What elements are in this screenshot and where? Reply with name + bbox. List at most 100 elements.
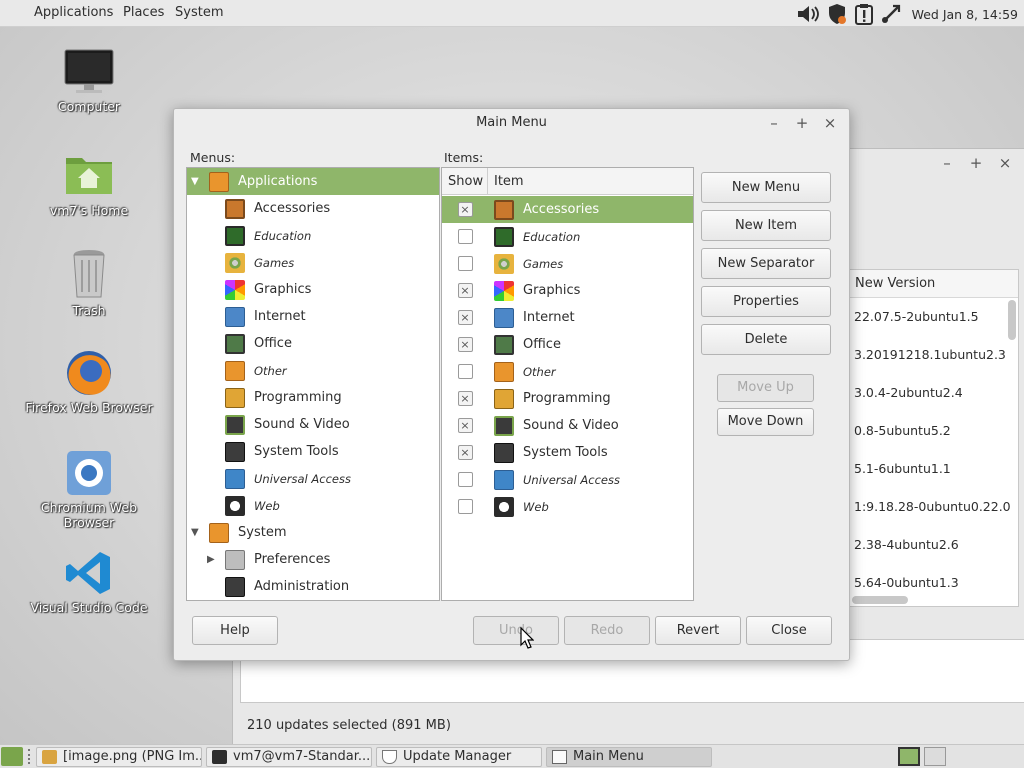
desktop-icon-chromium[interactable]: Chromium Web Browser — [14, 449, 164, 530]
task-main-menu[interactable]: Main Menu — [546, 747, 712, 767]
maximize-icon[interactable]: + — [792, 113, 812, 133]
task-terminal[interactable]: vm7@vm7-Standar... — [206, 747, 372, 767]
item-row-universal-access[interactable]: Universal Access — [442, 466, 693, 493]
item-row-graphics[interactable]: × Graphics — [442, 277, 693, 304]
new-version-column-header[interactable]: New Version — [850, 270, 1018, 298]
show-checkbox[interactable]: × — [457, 310, 473, 325]
network-icon[interactable] — [880, 3, 902, 25]
show-checkbox[interactable] — [457, 472, 473, 487]
item-row-web[interactable]: Web — [442, 493, 693, 520]
volume-icon[interactable] — [796, 4, 820, 24]
item-label: Web — [523, 499, 549, 514]
item-column-header[interactable]: Item — [488, 168, 693, 195]
maximize-icon[interactable]: + — [966, 153, 986, 173]
tree-item-games[interactable]: Games — [187, 249, 439, 276]
system-menu[interactable]: System — [175, 5, 223, 20]
show-checkbox[interactable] — [457, 499, 473, 514]
delete-button[interactable]: Delete — [701, 324, 831, 355]
workspace-2-icon[interactable] — [924, 747, 946, 766]
properties-button[interactable]: Properties — [701, 286, 831, 317]
new-menu-button[interactable]: New Menu — [701, 172, 831, 203]
help-button[interactable]: Help — [192, 616, 278, 645]
desktop-icon-vscode[interactable]: Visual Studio Code — [14, 549, 164, 615]
task-update-manager[interactable]: Update Manager — [376, 747, 542, 767]
tree-item-education[interactable]: Education — [187, 222, 439, 249]
show-checkbox[interactable]: × — [457, 337, 473, 352]
applications-menu[interactable]: Applications — [34, 5, 113, 20]
menus-tree[interactable]: ▼ Applications Accessories Education Games Gr… — [186, 167, 440, 601]
close-button[interactable]: Close — [746, 616, 832, 645]
items-list[interactable]: Show Item × Accessories Education Games × Gra… — [441, 167, 694, 601]
shield-update-icon[interactable] — [826, 3, 848, 25]
desktop-icon-home[interactable]: vm7's Home — [14, 152, 164, 218]
expander-down-icon[interactable]: ▼ — [191, 176, 209, 187]
show-column-header[interactable]: Show — [442, 168, 488, 195]
new-separator-button[interactable]: New Separator — [701, 248, 831, 279]
tree-item-internet[interactable]: Internet — [187, 303, 439, 330]
show-checkbox[interactable] — [457, 256, 473, 271]
tree-item-universal-access[interactable]: Universal Access — [187, 465, 439, 492]
move-down-button[interactable]: Move Down — [717, 408, 814, 436]
show-checkbox[interactable]: × — [457, 283, 473, 298]
show-checkbox[interactable] — [457, 364, 473, 379]
item-row-accessories[interactable]: × Accessories — [442, 196, 693, 223]
item-row-games[interactable]: Games — [442, 250, 693, 277]
tree-item-system[interactable]: ▼ System — [187, 519, 439, 546]
show-checkbox[interactable]: × — [457, 202, 473, 217]
updates-list[interactable]: New Version 22.07.5-2ubuntu1.5 3.2019121… — [849, 269, 1019, 607]
show-checkbox[interactable] — [457, 229, 473, 244]
tree-item-office[interactable]: Office — [187, 330, 439, 357]
item-row-programming[interactable]: × Programming — [442, 385, 693, 412]
places-menu[interactable]: Places — [123, 5, 164, 20]
item-row-internet[interactable]: × Internet — [442, 304, 693, 331]
tree-item-other[interactable]: Other — [187, 357, 439, 384]
move-up-button[interactable]: Move Up — [717, 374, 814, 402]
tree-item-label: Internet — [254, 309, 306, 324]
desktop-icon-computer[interactable]: Computer — [14, 48, 164, 114]
tree-item-applications[interactable]: ▼ Applications — [187, 168, 439, 195]
item-row-office[interactable]: × Office — [442, 331, 693, 358]
clipboard-alert-icon[interactable] — [854, 3, 874, 25]
revert-button[interactable]: Revert — [655, 616, 741, 645]
version-cell: 3.0.4-2ubuntu2.4 — [854, 385, 963, 400]
item-row-sound-and-video[interactable]: × Sound & Video — [442, 412, 693, 439]
workspace-1-icon[interactable] — [898, 747, 920, 766]
desktop-icon-firefox[interactable]: Firefox Web Browser — [14, 349, 164, 415]
tree-item-sound-and-video[interactable]: Sound & Video — [187, 411, 439, 438]
task-label: [image.png (PNG Im... — [63, 749, 202, 764]
tree-item-accessories[interactable]: Accessories — [187, 195, 439, 222]
undo-button[interactable]: Undo — [473, 616, 559, 645]
expander-right-icon[interactable]: ▶ — [207, 554, 225, 565]
show-checkbox[interactable]: × — [457, 418, 473, 433]
show-checkbox[interactable]: × — [457, 445, 473, 460]
tree-item-preferences[interactable]: ▶ Preferences — [187, 546, 439, 573]
desktop-icon-label: Trash — [72, 303, 106, 318]
tree-item-web[interactable]: Web — [187, 492, 439, 519]
show-checkbox[interactable]: × — [457, 391, 473, 406]
mint-menu-icon[interactable] — [1, 747, 23, 766]
tree-item-graphics[interactable]: Graphics — [187, 276, 439, 303]
tree-item-programming[interactable]: Programming — [187, 384, 439, 411]
task-image-viewer[interactable]: [image.png (PNG Im... — [36, 747, 202, 767]
expander-down-icon[interactable]: ▼ — [191, 527, 209, 538]
vertical-scrollbar[interactable] — [1008, 300, 1016, 340]
show-cell — [442, 364, 488, 379]
close-icon[interactable]: × — [820, 113, 840, 133]
item-row-education[interactable]: Education — [442, 223, 693, 250]
clock[interactable]: Wed Jan 8, 14:59 — [912, 7, 1018, 22]
desktop-icon-trash[interactable]: Trash — [14, 248, 164, 318]
close-icon[interactable]: × — [995, 153, 1015, 173]
redo-button[interactable]: Redo — [564, 616, 650, 645]
tree-item-administration[interactable]: Administration — [187, 573, 439, 600]
item-row-system-tools[interactable]: × System Tools — [442, 439, 693, 466]
taskbar-separator — [28, 749, 32, 764]
tree-item-label: System — [238, 525, 287, 540]
horizontal-scrollbar[interactable] — [852, 596, 908, 604]
minimize-icon[interactable]: – — [764, 113, 784, 133]
item-label: Graphics — [523, 283, 581, 298]
tree-item-system-tools[interactable]: System Tools — [187, 438, 439, 465]
show-cell — [442, 229, 488, 244]
minimize-icon[interactable]: – — [937, 153, 957, 173]
item-row-other[interactable]: Other — [442, 358, 693, 385]
new-item-button[interactable]: New Item — [701, 210, 831, 241]
